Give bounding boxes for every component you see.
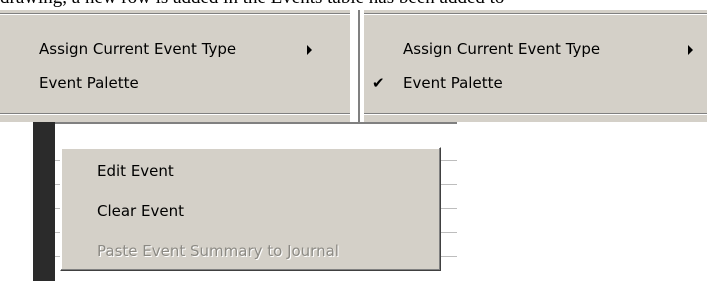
- menu-item-assign-event-type[interactable]: Assign Current Event Type: [366, 38, 701, 62]
- checkmark-icon: ✔: [372, 74, 385, 92]
- menu-item-label: Clear Event: [97, 202, 184, 220]
- menu-item-label: Event Palette: [403, 74, 503, 92]
- menu-item-event-palette[interactable]: Event Palette: [2, 72, 342, 96]
- menu-bottom-separator: [364, 113, 707, 115]
- menu-item-event-palette[interactable]: ✔ Event Palette: [366, 72, 701, 96]
- menu-item-label: Paste Event Summary to Journal: [97, 242, 339, 260]
- app-dark-sidebar: [33, 122, 55, 281]
- context-item-clear-event[interactable]: Clear Event: [64, 200, 436, 226]
- menu-bottom-separator: [0, 113, 350, 115]
- left-menu: Assign Current Event Type Event Palette: [0, 10, 350, 122]
- menu-divider: [358, 10, 361, 122]
- menu-item-label: Assign Current Event Type: [403, 40, 601, 58]
- submenu-arrow-icon: [688, 45, 693, 55]
- menu-item-assign-event-type[interactable]: Assign Current Event Type: [2, 38, 342, 62]
- menu-item-label: Event Palette: [39, 74, 139, 92]
- context-menu: Edit Event Clear Event Paste Event Summa…: [60, 147, 441, 271]
- context-item-paste-summary[interactable]: Paste Event Summary to Journal: [64, 240, 436, 266]
- app-window-border: [55, 122, 457, 124]
- submenu-arrow-icon: [307, 45, 312, 55]
- menu-item-label: Assign Current Event Type: [39, 40, 237, 58]
- menu-item-label: Edit Event: [97, 162, 174, 180]
- menu-top-separator: [0, 13, 350, 15]
- context-item-edit-event[interactable]: Edit Event: [64, 160, 436, 186]
- menu-top-separator: [364, 13, 707, 15]
- right-menu: Assign Current Event Type ✔ Event Palett…: [364, 10, 707, 122]
